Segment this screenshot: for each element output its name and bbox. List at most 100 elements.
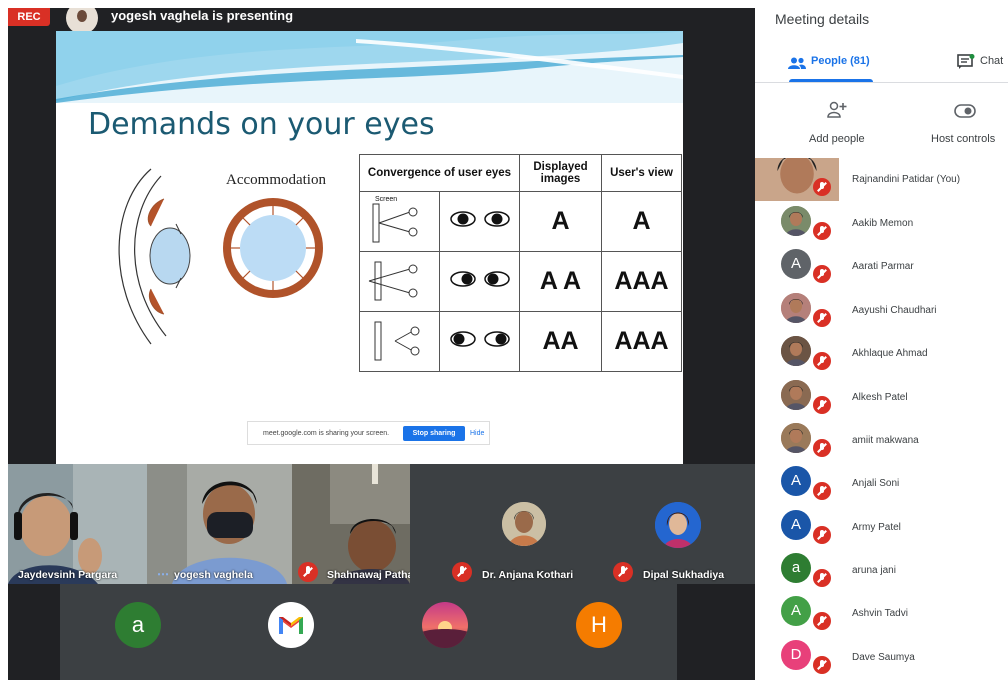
- accommodation-ring: [223, 198, 323, 298]
- accommodation-label: Accommodation: [226, 172, 326, 188]
- chat-icon: [957, 54, 975, 69]
- avatar-initial: A: [790, 255, 801, 272]
- participant-name: Aarati Parmar: [852, 261, 914, 272]
- participant-row[interactable]: D Dave Saumya: [755, 636, 1008, 679]
- tab-chat[interactable]: Chat: [980, 55, 1003, 67]
- participant-avatar: [781, 423, 811, 453]
- header-displayed: Displayed images: [519, 154, 602, 192]
- participant-row[interactable]: Aayushi Chaudhari: [755, 289, 1008, 332]
- participant-video: [147, 464, 292, 584]
- participant-tile[interactable]: ⋯ yogesh vaghela: [147, 464, 292, 584]
- participant-row[interactable]: A Ashvin Tadvi: [755, 592, 1008, 635]
- eyes-cell: [439, 251, 520, 312]
- participant-row[interactable]: Aakib Memon: [755, 202, 1008, 245]
- mic-off-icon: [813, 656, 831, 674]
- avatar-photo: [781, 206, 811, 236]
- presentation-stage: REC yogesh vaghela is presenting Demands…: [8, 8, 755, 680]
- participant-tile[interactable]: Dipal Sukhadiya: [595, 464, 755, 584]
- participant-tile[interactable]: Jaydevsinh Pargara: [8, 464, 147, 584]
- share-status-text: meet.google.com is sharing your screen.: [263, 430, 390, 437]
- mic-off-icon: [613, 562, 633, 582]
- participant-row[interactable]: a aruna jani: [755, 549, 1008, 592]
- host-controls-button[interactable]: Host controls: [931, 133, 995, 145]
- participant-name: Rajnandini Patidar (You): [852, 174, 961, 185]
- tab-people[interactable]: People (81): [811, 55, 870, 67]
- participant-name: Dr. Anjana Kothari: [482, 569, 574, 581]
- participant-row[interactable]: Alkesh Patel: [755, 376, 1008, 419]
- mic-off-icon: [813, 265, 831, 283]
- participant-tile[interactable]: Dr. Anjana Kothari: [410, 464, 595, 584]
- add-person-icon[interactable]: [827, 101, 847, 119]
- participant-name: Dave Saumya: [852, 652, 915, 663]
- participant-row[interactable]: A Anjali Soni: [755, 462, 1008, 505]
- participant-tile[interactable]: Shahnawaj Pathan: [292, 464, 410, 584]
- participant-avatar: [781, 206, 811, 236]
- speaking-indicator: ⋯: [157, 567, 169, 581]
- gmail-icon: [279, 617, 303, 634]
- mic-off-icon: [813, 482, 831, 500]
- participant-name: Army Patel: [852, 522, 901, 533]
- stop-sharing-button[interactable]: Stop sharing: [403, 426, 465, 441]
- meet-window: REC yogesh vaghela is presenting Demands…: [0, 0, 1008, 683]
- avatar-initial: A: [790, 516, 801, 533]
- mic-off-icon: [813, 439, 831, 457]
- add-people-button[interactable]: Add people: [809, 133, 865, 145]
- screen-label: Screen: [375, 196, 397, 203]
- participant-row[interactable]: amiit makwana: [755, 419, 1008, 462]
- participant-name: amiit makwana: [852, 435, 919, 446]
- participant-avatar: [781, 293, 811, 323]
- participant-video: [8, 464, 147, 584]
- participant-name: Jaydevsinh Pargara: [18, 569, 118, 581]
- avatar-photo: [781, 293, 811, 323]
- mic-off-icon: [813, 178, 831, 196]
- participant-avatar: a: [781, 553, 811, 583]
- user-view-3: AAA: [601, 311, 682, 372]
- panel-title: Meeting details: [775, 11, 870, 27]
- participant-name: Ashvin Tadvi: [852, 608, 908, 619]
- participant-avatar: [781, 336, 811, 366]
- recording-badge: REC: [8, 8, 50, 26]
- gmail-avatar: M: [268, 602, 314, 648]
- participant-avatar: [502, 502, 546, 546]
- participant-row[interactable]: Rajnandini Patidar (You): [755, 158, 1008, 201]
- participant-avatar: H: [576, 602, 622, 648]
- hide-button[interactable]: Hide: [470, 430, 484, 437]
- participant-row[interactable]: Akhlaque Ahmad: [755, 332, 1008, 375]
- participant-name: Alkesh Patel: [852, 392, 908, 403]
- participant-avatar: D: [781, 640, 811, 670]
- participant-avatar: [781, 380, 811, 410]
- header-view: User's view: [601, 154, 682, 192]
- screen-diagram-cell: [359, 251, 440, 312]
- participant-name: aruna jani: [852, 565, 896, 576]
- participant-row[interactable]: A Aarati Parmar: [755, 245, 1008, 288]
- header-convergence: Convergence of user eyes: [359, 154, 520, 192]
- people-icon: [788, 57, 806, 69]
- avatar-photo: [781, 380, 811, 410]
- participant-avatar: A: [781, 510, 811, 540]
- avatar-initial: H: [591, 612, 607, 637]
- participant-avatar: A: [781, 466, 811, 496]
- participant-name: Anjali Soni: [852, 478, 900, 489]
- mic-off-icon: [813, 309, 831, 327]
- screen-diagram-cell: Screen: [359, 191, 440, 252]
- participant-avatar: A: [781, 596, 811, 626]
- convergence-table: Convergence of user eyes Displayed image…: [359, 154, 682, 372]
- eyes-cell: [439, 311, 520, 372]
- toggle-icon[interactable]: [954, 104, 976, 118]
- displayed-image-3: AA: [519, 311, 602, 372]
- presenting-label: yogesh vaghela is presenting: [111, 8, 294, 23]
- user-view-2: AAA: [601, 251, 682, 312]
- mic-off-icon: [813, 222, 831, 240]
- avatar-photo: [781, 336, 811, 366]
- participant-name: yogesh vaghela: [174, 569, 253, 581]
- mic-off-icon: [813, 612, 831, 630]
- participant-tile-row2[interactable]: a M H: [60, 584, 677, 680]
- avatar-initial: D: [790, 646, 802, 663]
- mic-off-icon: [813, 396, 831, 414]
- participant-name: Aayushi Chaudhari: [852, 305, 937, 316]
- sunset-avatar: [422, 602, 468, 648]
- participant-name: Aakib Memon: [852, 218, 914, 229]
- participant-row[interactable]: A Army Patel: [755, 506, 1008, 549]
- displayed-image-2: A A: [519, 251, 602, 312]
- displayed-image-1: A: [519, 191, 602, 252]
